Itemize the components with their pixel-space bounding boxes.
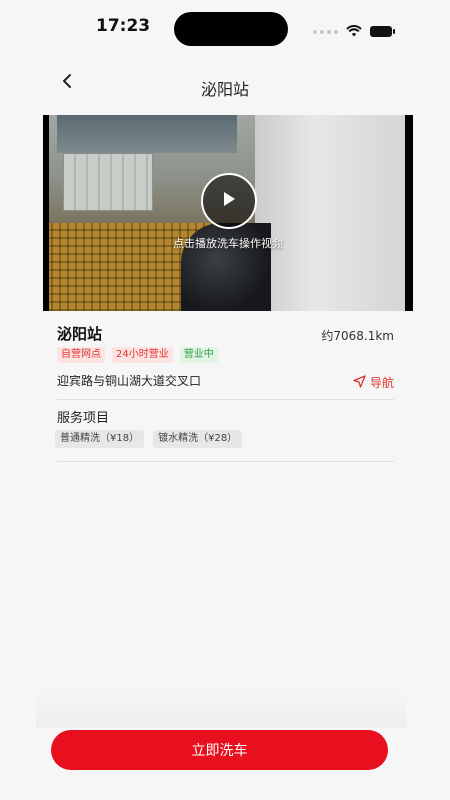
cellular-signal-icon [313, 29, 338, 34]
play-hint: 点击播放洗车操作视频 [173, 237, 283, 250]
play-button[interactable] [201, 173, 257, 229]
services-list: 普通精洗（¥18） 镀水精洗（¥28） [55, 430, 243, 448]
navigate-button[interactable]: 导航 [353, 374, 394, 391]
station-name: 泌阳站 [57, 325, 103, 343]
play-icon [221, 190, 237, 212]
station-detail-screen: 17:23 泌阳站 点击播放洗车操作视频 泌阳站 约7068.1km 自营网点 … [0, 0, 450, 800]
service-chip-coating[interactable]: 镀水精洗（¥28） [153, 430, 243, 448]
nav-bar: 泌阳站 [0, 64, 450, 108]
bottom-shade [36, 688, 406, 728]
tag-24-hours: 24小时营业 [112, 347, 173, 363]
station-distance: 约7068.1km [321, 329, 394, 343]
status-time: 17:23 [96, 16, 151, 36]
navigate-label: 导航 [369, 376, 394, 390]
status-icons [313, 22, 395, 41]
navigation-arrow-icon [353, 374, 366, 391]
dynamic-island [174, 12, 288, 46]
station-address: 迎宾路与铜山湖大道交叉口 [57, 374, 202, 388]
car-wash-video[interactable]: 点击播放洗车操作视频 [43, 115, 413, 311]
divider [57, 461, 394, 462]
wifi-icon [346, 22, 362, 41]
services-title: 服务项目 [57, 411, 110, 426]
service-chip-standard[interactable]: 普通精洗（¥18） [55, 430, 145, 448]
wash-now-button[interactable]: 立即洗车 [51, 730, 388, 770]
station-tags: 自营网点 24小时营业 营业中 [57, 347, 218, 363]
tag-self-operated: 自营网点 [57, 347, 105, 363]
page-title: 泌阳站 [200, 80, 249, 99]
tag-open-status: 营业中 [179, 347, 218, 363]
status-bar: 17:23 [0, 0, 450, 56]
divider [57, 399, 394, 400]
battery-icon [370, 26, 395, 37]
